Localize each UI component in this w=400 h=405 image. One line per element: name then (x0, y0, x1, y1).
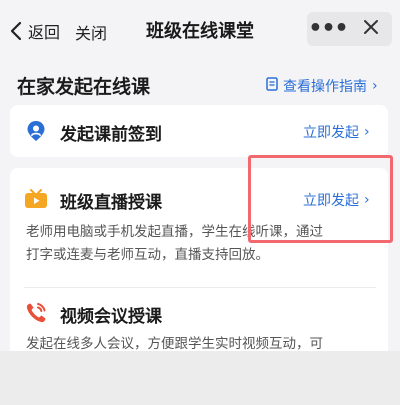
back-button[interactable]: 返回 (10, 18, 60, 44)
chevron-left-icon (10, 21, 22, 41)
live-tv-icon (24, 189, 48, 213)
start-live-class-button[interactable]: 立即发起 › (303, 190, 370, 210)
check-in-title: 发起课前签到 (60, 125, 162, 145)
more-options-button[interactable]: ••• (307, 12, 349, 46)
close-icon (363, 19, 379, 39)
live-class-description-line2: 打字或连麦与老师互动，直播支持回放。 (26, 247, 269, 263)
location-pin-icon (26, 120, 46, 146)
section-title: 在家发起在线课 (17, 76, 151, 98)
start-check-in-button[interactable]: 立即发起 › (303, 122, 370, 142)
close-mini-program-button[interactable] (349, 19, 392, 39)
start-check-in-label: 立即发起 (303, 125, 359, 141)
back-label: 返回 (28, 23, 61, 42)
live-class-description-line1: 老师用电脑或手机发起直播，学生在线听课，通过 (26, 224, 323, 240)
live-class-title: 班级直播授课 (60, 193, 162, 213)
close-button[interactable]: 关闭 (75, 20, 107, 44)
bottom-overlay (0, 351, 400, 405)
mini-program-capsule: ••• (307, 12, 392, 46)
navigation-bar: 返回 关闭 班级在线课堂 ••• (0, 0, 400, 62)
start-live-class-label: 立即发起 (303, 193, 359, 209)
video-meeting-title: 视频会议授课 (60, 307, 162, 327)
chevron-right-icon: › (364, 192, 370, 208)
phone-call-icon (24, 301, 48, 329)
divider (24, 287, 376, 288)
operation-guide-link[interactable]: 查看操作指南 › (266, 76, 378, 96)
chevron-right-icon: › (372, 78, 378, 94)
operation-guide-label: 查看操作指南 (283, 79, 367, 95)
chevron-right-icon: › (364, 124, 370, 140)
document-icon (266, 77, 278, 95)
